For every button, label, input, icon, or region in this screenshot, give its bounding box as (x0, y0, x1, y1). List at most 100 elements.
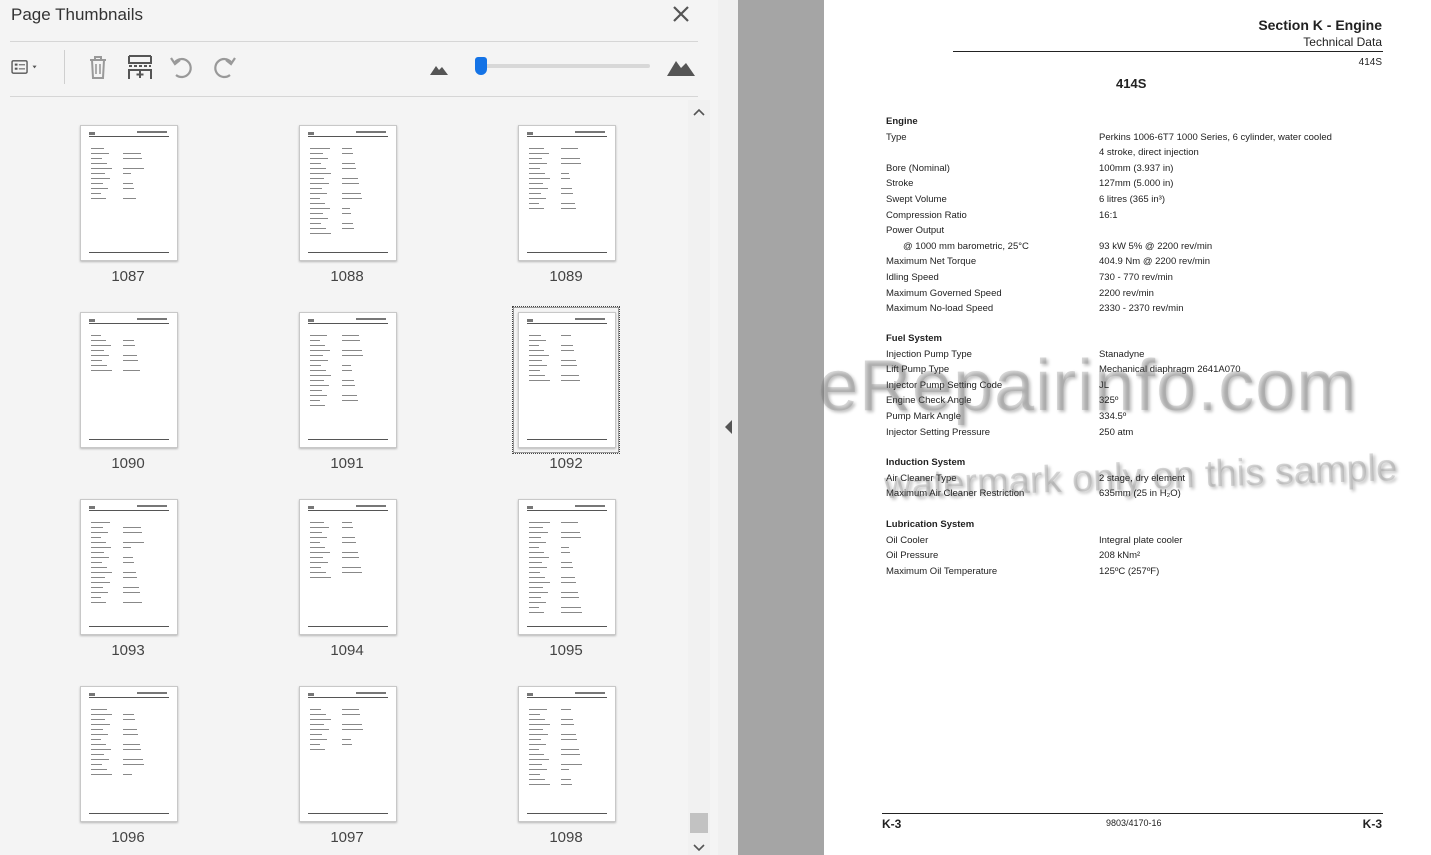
thumbnail-text-line (310, 749, 325, 750)
thumbnail-page-preview[interactable] (518, 125, 616, 261)
doc-section-heading: Induction System (886, 457, 966, 468)
toolbar-divider-bottom (10, 96, 698, 97)
thumbnail-text-line (310, 223, 321, 224)
doc-spec-value: 4 stroke, direct injection (1099, 147, 1199, 159)
thumbnail-text-line (529, 754, 544, 755)
thumbnail-text-line (561, 552, 570, 553)
thumbnail-text-line (529, 562, 542, 563)
thumbnail-text-line (123, 542, 144, 543)
slider-handle[interactable] (475, 57, 487, 75)
thumbnail-text-line (91, 759, 109, 760)
thumbnail-text-line (310, 213, 323, 214)
thumbnail-text-line (123, 774, 132, 775)
thumbnail-text-line (342, 739, 351, 740)
thumbnail-text-line (310, 345, 325, 346)
thumbnail-decoration (575, 131, 605, 133)
thumbnail-text-line (91, 183, 103, 184)
thumbnail-page-preview[interactable] (299, 312, 397, 448)
thumbnail-text-line (342, 709, 359, 710)
thumbnail-text-line (310, 168, 326, 169)
thumbnail-text-line (342, 527, 353, 528)
thumbnail-item[interactable]: 1098 (487, 661, 637, 846)
doc-spec-label: Maximum Oil Temperature (886, 565, 998, 577)
thumbnail-text-line (123, 527, 141, 528)
thumbnail-text-line (91, 597, 101, 598)
thumbnail-text-line (310, 572, 326, 573)
thumbnail-text-line (123, 587, 139, 588)
thumbnail-item[interactable]: 1097 (268, 661, 418, 846)
thumbnail-text-line (91, 567, 107, 568)
chevron-up-icon[interactable] (690, 104, 708, 122)
scrollbar-thumb[interactable] (690, 813, 708, 833)
panel-splitter[interactable] (718, 0, 738, 855)
thumbnail-item[interactable]: 1095 (487, 474, 637, 659)
doc-spec-label: Swept Volume (886, 194, 947, 205)
doc-spec-value: 93 kW 5% @ 2200 rev/min (1099, 240, 1213, 252)
thumbnail-page-preview[interactable] (518, 499, 616, 635)
thumbnail-page-preview[interactable] (299, 499, 397, 635)
thumbnail-page-preview[interactable] (80, 125, 178, 261)
thumbnail-text-line (561, 188, 572, 189)
thumbnail-item[interactable]: 1090 (49, 287, 199, 472)
thumbnail-text-line (561, 335, 571, 336)
thumbnail-text-line (342, 380, 354, 381)
thumbnail-item[interactable]: 1094 (268, 474, 418, 659)
thumbnail-text-line (529, 739, 541, 740)
thumbnail-options-button[interactable] (10, 52, 54, 82)
thumbnail-text-line (310, 340, 320, 341)
thumbnail-text-line (561, 612, 582, 613)
doc-spec-value: 325º (1099, 395, 1119, 407)
thumbnail-text-line (342, 168, 356, 169)
thumbnail-item[interactable]: 1089 (487, 100, 637, 285)
thumbnail-page-preview[interactable] (80, 686, 178, 822)
mountain-large-icon[interactable] (666, 55, 696, 77)
thumbnail-size-slider[interactable] (480, 64, 650, 68)
doc-spec-label: Oil Cooler (886, 534, 929, 546)
thumbnail-page-preview[interactable] (299, 686, 397, 822)
thumbnail-decoration (89, 439, 169, 440)
doc-spec-value: 125ºC (257ºF) (1099, 565, 1160, 577)
thumbnail-text-line (561, 148, 578, 149)
thumbnail-text-line (91, 168, 112, 169)
close-panel-button[interactable] (670, 3, 692, 25)
chevron-down-icon[interactable] (690, 838, 708, 855)
thumbnail-item[interactable]: 1096 (49, 661, 199, 846)
collapse-left-icon[interactable] (722, 418, 734, 436)
rotate-clockwise-button[interactable] (209, 52, 239, 82)
thumbnail-page-preview[interactable] (80, 499, 178, 635)
mountain-small-icon[interactable] (429, 60, 449, 76)
thumbnail-decoration (527, 693, 533, 696)
thumbnail-page-preview[interactable] (299, 125, 397, 261)
thumbnail-text-line (561, 769, 569, 770)
doc-spec-value: 2330 - 2370 rev/min (1099, 303, 1184, 315)
thumbnail-page-preview[interactable] (518, 686, 616, 822)
thumbnail-item[interactable]: 1087 (49, 100, 199, 285)
thumbnail-text-line (561, 193, 573, 194)
insert-pages-button[interactable] (125, 52, 155, 82)
thumbnail-text-line (123, 355, 137, 356)
doc-section-heading: Engine (886, 116, 918, 127)
doc-spec-label: Lift Pump Type (886, 364, 950, 376)
thumbnail-text-line (529, 724, 550, 725)
thumbnail-item[interactable]: 1093 (49, 474, 199, 659)
thumbnail-text-line (529, 158, 542, 159)
thumbnail-text-line (342, 148, 352, 149)
delete-pages-button[interactable] (83, 52, 113, 82)
thumbnail-text-line (529, 198, 546, 199)
thumbnail-item[interactable]: 1091 (268, 287, 418, 472)
doc-page-code: 414S (1358, 57, 1382, 68)
thumbnail-page-preview[interactable] (80, 312, 178, 448)
thumbnail-page-preview[interactable] (518, 312, 616, 448)
thumbnail-text-line (310, 537, 327, 538)
thumbnail-text-line (91, 370, 112, 371)
thumbnail-item[interactable]: 1088 (268, 100, 418, 285)
thumbnail-scrollbar[interactable] (688, 100, 710, 855)
doc-header-rule (953, 51, 1383, 52)
thumbnail-text-line (561, 203, 575, 204)
rotate-counterclockwise-button[interactable] (167, 52, 197, 82)
doc-spec-label: Injector Pump Setting Code (886, 379, 1003, 391)
thumbnail-decoration (575, 318, 605, 320)
thumbnail-item[interactable]: 1092 (487, 287, 637, 472)
thumbnail-decoration (527, 136, 607, 137)
thumbnail-text-line (342, 724, 362, 725)
